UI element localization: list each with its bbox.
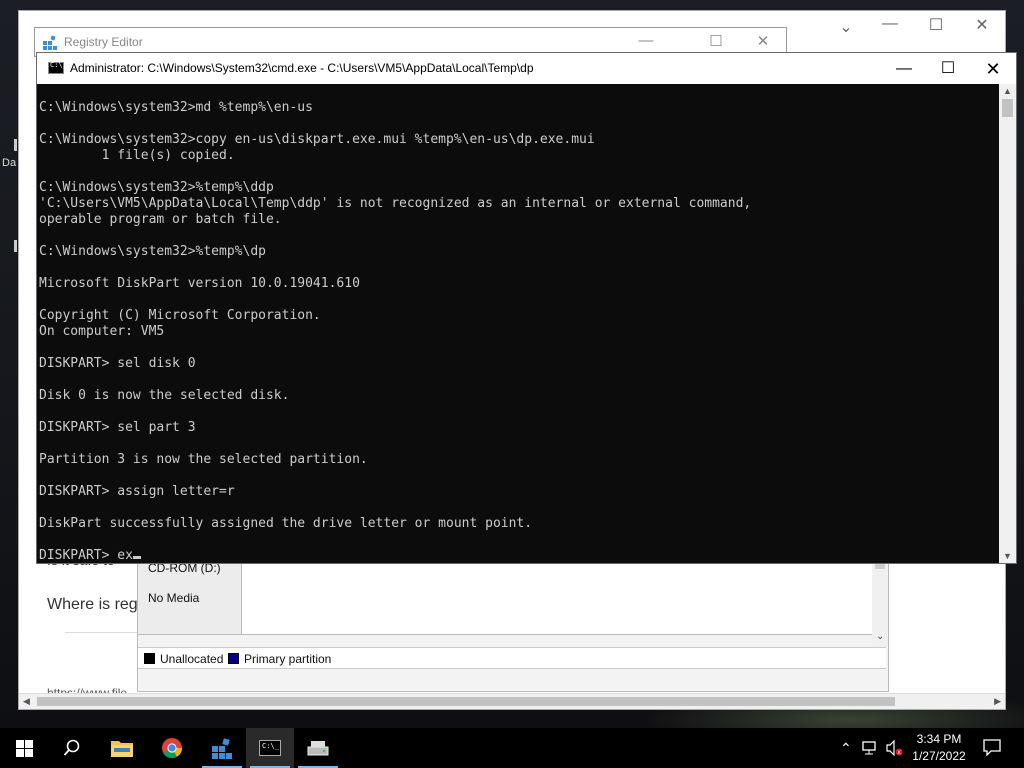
- disk-management-icon: [307, 741, 329, 756]
- unallocated-swatch: [144, 653, 155, 664]
- maximize-button[interactable]: ☐: [925, 55, 971, 83]
- search-icon: [63, 739, 80, 756]
- scroll-right-icon[interactable]: ▶: [994, 696, 1001, 707]
- folder-icon: [111, 741, 133, 757]
- console-line: DISKPART> sel part 3: [39, 420, 196, 435]
- cmd-vertical-scrollbar[interactable]: ▲ ▼: [999, 84, 1016, 563]
- console-line: C:\Windows\system32>copy en-us\diskpart.…: [39, 132, 595, 147]
- registry-editor-icon: [43, 35, 57, 50]
- console-line: Partition 3 is now the selected partitio…: [39, 452, 368, 467]
- media-status: No Media: [148, 591, 200, 605]
- browser-dropdown-icon[interactable]: ⌄: [823, 17, 869, 37]
- browser-horizontal-scrollbar[interactable]: ◀ ▶: [19, 693, 1005, 709]
- close-button[interactable]: ✕: [970, 55, 1016, 83]
- scroll-down-icon[interactable]: ▼: [1003, 551, 1012, 561]
- browser-maximize-button[interactable]: ☐: [913, 15, 959, 35]
- cmd-titlebar[interactable]: C:\_ Administrator: C:\Windows\System32\…: [37, 53, 1016, 84]
- console-line: C:\Windows\system32>%temp%\ddp: [39, 180, 274, 195]
- disk-management-taskbar-button[interactable]: [294, 728, 342, 768]
- browser-close-button[interactable]: ✕: [959, 15, 1005, 35]
- desktop-icon-edge: [14, 139, 17, 151]
- console-line: Microsoft DiskPart version 10.0.19041.61…: [39, 276, 360, 291]
- primary-partition-swatch: [228, 653, 239, 664]
- web-text-line[interactable]: Where is reg: [47, 596, 138, 614]
- window-title: Registry Editor: [64, 35, 143, 49]
- minimize-button[interactable]: —: [623, 32, 669, 49]
- cmd-icon: C:\_: [48, 61, 67, 74]
- svg-text:x: x: [897, 749, 901, 756]
- disk-info-cell[interactable]: CD-ROM (D:) No Media: [138, 557, 242, 635]
- notification-center-icon[interactable]: [983, 739, 1001, 756]
- maximize-button[interactable]: ☐: [693, 32, 739, 50]
- search-button[interactable]: [48, 728, 96, 768]
- console-line: On computer: VM5: [39, 324, 165, 339]
- chrome-button[interactable]: [148, 728, 196, 768]
- console-line: DISKPART> sel disk 0: [39, 356, 196, 371]
- scroll-up-icon[interactable]: ▲: [1003, 86, 1012, 96]
- prompt-input-text[interactable]: DISKPART> ex: [39, 548, 133, 563]
- scrollbar-thumb[interactable]: [1002, 99, 1013, 117]
- volume-muted-icon[interactable]: x: [886, 740, 904, 756]
- disk-volume-area[interactable]: [242, 557, 874, 635]
- console-line: C:\Windows\system32>md %temp%\en-us: [39, 100, 313, 115]
- clock-date: 1/27/2022: [912, 749, 966, 763]
- console-prompt-line[interactable]: DISKPART> ex: [39, 548, 999, 563]
- window-title: Administrator: C:\Windows\System32\cmd.e…: [70, 61, 534, 75]
- disk-vertical-scrollbar[interactable]: ⌄: [872, 557, 888, 647]
- start-button[interactable]: [0, 728, 48, 768]
- desktop-icon-edge: [14, 240, 17, 252]
- cmd-icon: C:\_: [259, 740, 281, 756]
- taskbar: C:\_ ⌃ x 3:34 PM 1/27/2022: [0, 728, 1024, 768]
- browser-minimize-button[interactable]: —: [867, 15, 913, 33]
- disk-management-panel[interactable]: CD-ROM (D:) No Media ⌄ Unallocated Prima…: [137, 556, 889, 692]
- console-line: Copyright (C) Microsoft Corporation.: [39, 308, 321, 323]
- console-output[interactable]: C:\Windows\system32>md %temp%\en-us C:\Wi…: [39, 84, 999, 563]
- console-line: DISKPART> assign letter=r: [39, 484, 235, 499]
- legend-label: Primary partition: [244, 652, 332, 666]
- network-icon[interactable]: [862, 741, 880, 755]
- scroll-left-icon[interactable]: ◀: [23, 696, 30, 707]
- windows-logo-icon: [15, 739, 33, 757]
- legend-bar: Unallocated Primary partition: [138, 647, 886, 669]
- cmd-window[interactable]: C:\_ Administrator: C:\Windows\System32\…: [36, 52, 1017, 564]
- file-explorer-button[interactable]: [98, 728, 146, 768]
- chevron-up-icon[interactable]: ⌃: [840, 740, 852, 757]
- console-line: operable program or batch file.: [39, 212, 282, 227]
- chrome-icon: [162, 738, 183, 759]
- registry-editor-icon: [212, 738, 232, 759]
- clock-time: 3:34 PM: [916, 732, 962, 746]
- console-line: 'C:\Users\VM5\AppData\Local\Temp\ddp' is…: [39, 196, 752, 211]
- scrollbar-thumb[interactable]: [37, 697, 895, 706]
- legend-label: Unallocated: [160, 652, 224, 666]
- close-button[interactable]: ✕: [740, 32, 786, 50]
- cmd-taskbar-button[interactable]: C:\_: [246, 728, 294, 768]
- console-line: DiskPart successfully assigned the drive…: [39, 516, 533, 531]
- chevron-down-icon[interactable]: ⌄: [876, 631, 884, 642]
- clock[interactable]: 3:34 PM 1/27/2022: [906, 731, 972, 765]
- registry-editor-taskbar-button[interactable]: [198, 728, 246, 768]
- desktop-icon-label[interactable]: Da: [2, 157, 16, 169]
- text-cursor: [132, 556, 141, 559]
- console-line: 1 file(s) copied.: [39, 148, 235, 163]
- console-line: Disk 0 is now the selected disk.: [39, 388, 290, 403]
- console-line: C:\Windows\system32>%temp%\dp: [39, 244, 266, 259]
- minimize-button[interactable]: —: [881, 55, 927, 83]
